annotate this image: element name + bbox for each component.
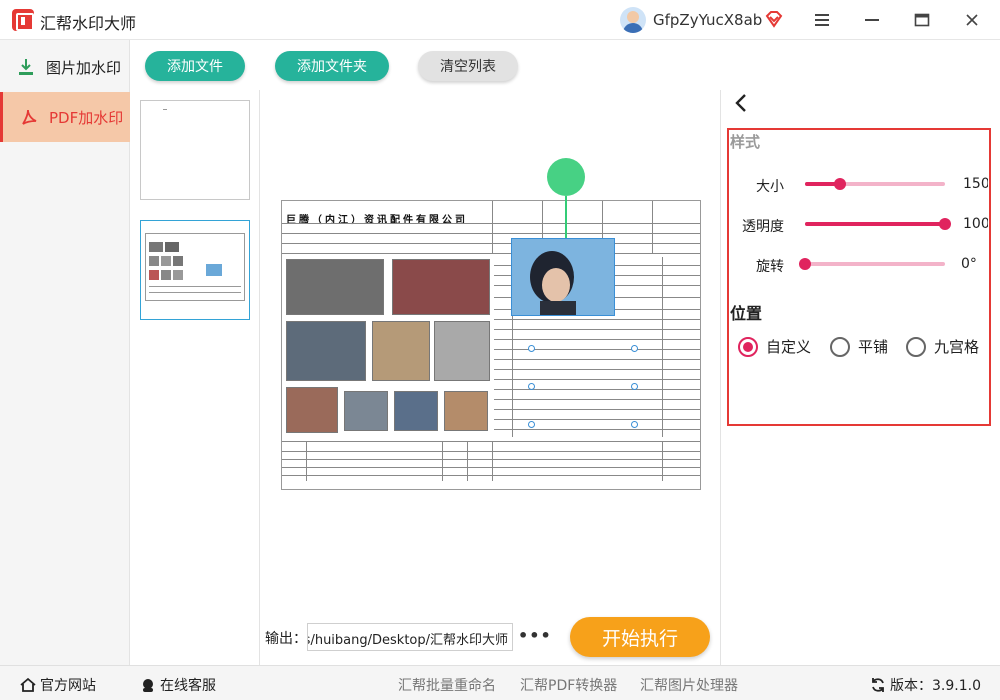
rotate-label: 旋转 bbox=[756, 259, 784, 275]
minimize-icon[interactable] bbox=[858, 6, 886, 34]
app-logo-icon bbox=[12, 9, 34, 31]
slider-knob[interactable] bbox=[939, 218, 951, 230]
size-label: 大小 bbox=[756, 179, 784, 195]
resize-handle[interactable] bbox=[631, 345, 638, 352]
radio-circle bbox=[738, 336, 758, 357]
watermark-image[interactable] bbox=[511, 238, 615, 316]
user-avatar[interactable] bbox=[620, 7, 646, 33]
official-website-label: 官方网站 bbox=[40, 678, 96, 694]
radio-label: 平铺 bbox=[858, 338, 889, 356]
position-tile-radio[interactable]: 平铺 bbox=[830, 336, 888, 357]
slider-knob[interactable] bbox=[799, 258, 811, 270]
add-folder-button[interactable]: 添加文件夹 bbox=[275, 51, 389, 81]
watermark-settings-box bbox=[727, 128, 991, 426]
size-value: 150 bbox=[963, 176, 988, 192]
opacity-label: 透明度 bbox=[742, 219, 784, 235]
pdf-page: 巨腾（内江）资讯配件有限公司 bbox=[281, 200, 701, 490]
rotate-value: 0° bbox=[961, 256, 977, 272]
slider-knob[interactable] bbox=[834, 178, 846, 190]
resize-handle[interactable] bbox=[528, 383, 535, 390]
online-support-link[interactable]: 在线客服 bbox=[140, 675, 216, 695]
download-image-icon bbox=[16, 57, 36, 77]
nav-item-image-watermark[interactable]: 图片加水印 bbox=[0, 42, 130, 92]
username[interactable]: GfpZyYucX8ab bbox=[653, 11, 762, 29]
title-bar: 汇帮水印大师 GfpZyYucX8ab bbox=[0, 0, 1000, 40]
size-slider[interactable] bbox=[805, 178, 945, 190]
style-section-title: 样式 bbox=[730, 133, 761, 151]
close-icon[interactable] bbox=[958, 6, 986, 34]
opacity-value: 100 % bbox=[963, 216, 988, 232]
left-nav: 图片加水印 PDF加水印 bbox=[0, 40, 130, 665]
opacity-slider[interactable] bbox=[805, 218, 951, 230]
resize-handle[interactable] bbox=[528, 345, 535, 352]
menu-icon[interactable] bbox=[808, 6, 836, 34]
resize-handle[interactable] bbox=[631, 421, 638, 428]
browse-more-button[interactable]: ••• bbox=[518, 626, 552, 645]
output-label: 输出： bbox=[265, 631, 307, 647]
rotate-handle-stem bbox=[565, 196, 567, 238]
pdf-icon bbox=[19, 107, 39, 127]
batch-rename-link[interactable]: 汇帮批量重命名 bbox=[398, 675, 496, 695]
back-chevron-icon[interactable] bbox=[733, 92, 753, 120]
position-section-title: 位置 bbox=[730, 304, 763, 323]
app-title: 汇帮水印大师 bbox=[40, 14, 137, 33]
refresh-icon bbox=[870, 677, 886, 693]
version-info[interactable]: 版本：3.9.1.0 bbox=[870, 675, 981, 695]
home-icon bbox=[20, 677, 36, 693]
pdf-converter-link[interactable]: 汇帮PDF转换器 bbox=[520, 675, 617, 695]
page-thumbnail[interactable] bbox=[140, 100, 250, 200]
online-support-label: 在线客服 bbox=[160, 678, 216, 694]
rotate-handle-icon[interactable] bbox=[547, 158, 585, 196]
footer-bar: 官方网站 在线客服 汇帮批量重命名 汇帮PDF转换器 汇帮图片处理器 版本：3.… bbox=[0, 665, 1000, 700]
watermark-portrait-picture bbox=[512, 239, 614, 315]
radio-label: 自定义 bbox=[766, 338, 812, 356]
start-button[interactable]: 开始执行 bbox=[570, 617, 710, 657]
add-file-button[interactable]: 添加文件 bbox=[145, 51, 245, 81]
resize-handle[interactable] bbox=[528, 421, 535, 428]
position-custom-radio[interactable]: 自定义 bbox=[738, 336, 811, 357]
clear-list-button[interactable]: 清空列表 bbox=[418, 51, 518, 81]
version-label: 版本：3.9.1.0 bbox=[890, 678, 981, 694]
position-grid-radio[interactable]: 九宫格 bbox=[906, 336, 979, 357]
page-thumbnail-list bbox=[130, 90, 260, 665]
nav-item-pdf-watermark[interactable]: PDF加水印 bbox=[0, 92, 130, 142]
radio-label: 九宫格 bbox=[934, 338, 980, 356]
rotate-slider[interactable] bbox=[799, 258, 945, 270]
resize-handle[interactable] bbox=[631, 383, 638, 390]
nav-item-label: 图片加水印 bbox=[46, 58, 122, 77]
maximize-icon[interactable] bbox=[908, 6, 936, 34]
image-processor-link[interactable]: 汇帮图片处理器 bbox=[640, 675, 738, 695]
pdf-preview-area: 巨腾（内江）资讯配件有限公司 bbox=[261, 90, 720, 665]
headset-icon bbox=[140, 677, 156, 693]
nav-item-label: PDF加水印 bbox=[49, 108, 124, 127]
output-path-input[interactable]: C:/Users/huibang/Desktop/汇帮水印大师 bbox=[307, 623, 513, 651]
page-thumbnail-selected[interactable] bbox=[140, 220, 250, 320]
vip-diamond-icon[interactable] bbox=[764, 9, 784, 29]
radio-circle bbox=[906, 336, 926, 357]
official-website-link[interactable]: 官方网站 bbox=[20, 675, 96, 695]
radio-circle bbox=[830, 336, 850, 357]
